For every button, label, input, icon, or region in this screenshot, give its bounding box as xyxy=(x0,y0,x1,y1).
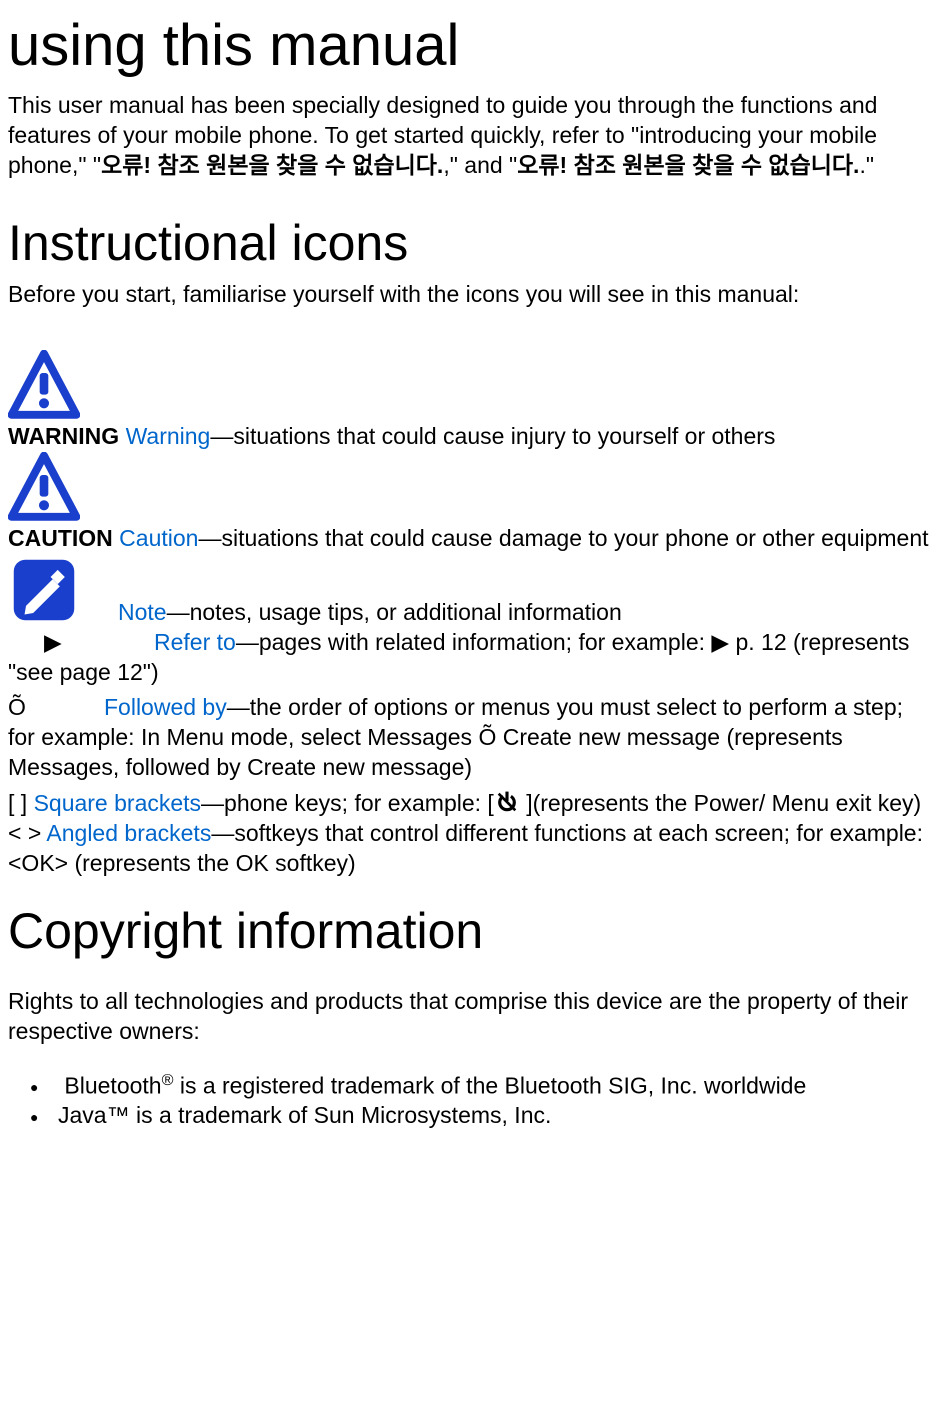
warning-desc: —situations that could cause injury to y… xyxy=(210,423,775,449)
warning-row: WARNING Warning—situations that could ca… xyxy=(8,350,929,452)
square-desc-b: ](represents the Power/ Menu exit key) xyxy=(520,790,921,816)
intro-error-1: 오류! 참조 원본을 찾을 수 없습니다. xyxy=(101,152,443,178)
list-item: Bluetooth® is a registered trademark of … xyxy=(58,1070,929,1102)
power-key-icon xyxy=(494,790,520,816)
square-row: [ ] Square brackets—phone keys; for exam… xyxy=(8,789,929,819)
warning-icon xyxy=(8,350,929,422)
intro-error-2: 오류! 참조 원본을 찾을 수 없습니다. xyxy=(517,152,859,178)
caution-label: CAUTION xyxy=(8,525,113,551)
list-item: Java™ is a trademark of Sun Microsystems… xyxy=(58,1101,929,1131)
square-desc-a: —phone keys; for example: [ xyxy=(201,790,494,816)
registered-symbol: ® xyxy=(162,1071,174,1089)
note-term: Note xyxy=(118,599,167,625)
square-symbol: [ ] xyxy=(8,790,27,816)
square-term: Square brackets xyxy=(34,790,201,816)
angled-row: < > Angled brackets—softkeys that contro… xyxy=(8,819,929,879)
icons-section-title: Instructional icons xyxy=(8,211,929,276)
angled-symbol: < > xyxy=(8,820,41,846)
warning-label: WARNING xyxy=(8,423,119,449)
intro-paragraph: This user manual has been specially desi… xyxy=(8,91,929,181)
warning-term: Warning xyxy=(126,423,211,449)
copyright-title: Copyright information xyxy=(8,899,929,964)
bluetooth-text-b: is a registered trademark of the Bluetoo… xyxy=(173,1072,806,1098)
caution-row: CAUTION Caution—situations that could ca… xyxy=(8,452,929,554)
refer-term: Refer to xyxy=(154,629,236,655)
followed-row: ÕFollowed by—the order of options or men… xyxy=(8,693,929,783)
copyright-list: Bluetooth® is a registered trademark of … xyxy=(8,1070,929,1131)
page-title: using this manual xyxy=(8,8,929,83)
intro-text-c: ," and " xyxy=(443,152,517,178)
note-desc: —notes, usage tips, or additional inform… xyxy=(167,599,622,625)
refer-symbol: ▶ xyxy=(8,628,154,658)
followed-symbol: Õ xyxy=(8,693,104,723)
note-row: Note—notes, usage tips, or additional in… xyxy=(8,554,929,628)
caution-icon xyxy=(8,452,929,524)
refer-row: ▶Refer to—pages with related information… xyxy=(8,628,929,688)
copyright-intro: Rights to all technologies and products … xyxy=(8,987,929,1047)
icons-section-intro: Before you start, familiarise yourself w… xyxy=(8,280,929,310)
intro-text-e: ." xyxy=(859,152,874,178)
angled-term: Angled brackets xyxy=(46,820,211,846)
caution-term: Caution xyxy=(119,525,198,551)
followed-term: Followed by xyxy=(104,694,227,720)
caution-desc: —situations that could cause damage to y… xyxy=(198,525,928,551)
bluetooth-text-a: Bluetooth xyxy=(64,1072,161,1098)
